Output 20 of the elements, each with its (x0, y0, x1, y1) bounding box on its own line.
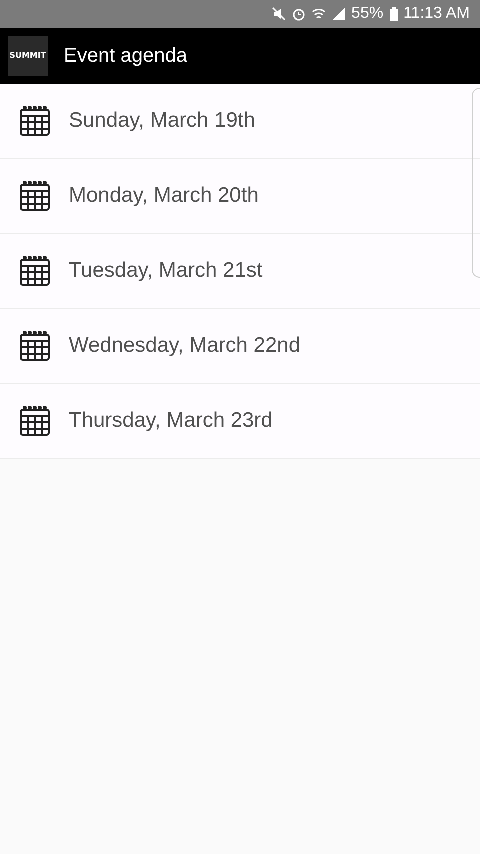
edge-panel-handle[interactable] (472, 88, 480, 278)
calendar-icon (19, 255, 51, 287)
app-title: Event agenda (64, 44, 188, 69)
clock-time: 11:13 AM (404, 4, 470, 24)
calendar-icon (19, 405, 51, 437)
battery-icon (390, 7, 398, 21)
app-logo: SUMMIT (8, 36, 48, 76)
day-list-item[interactable]: Sunday, March 19th (0, 84, 480, 159)
day-list-item[interactable]: Wednesday, March 22nd (0, 309, 480, 384)
day-list-item[interactable]: Thursday, March 23rd (0, 384, 480, 459)
alarm-icon (292, 7, 306, 21)
calendar-icon (19, 180, 51, 212)
mute-icon (272, 7, 286, 21)
day-list-item[interactable]: Tuesday, March 21st (0, 234, 480, 309)
signal-icon (332, 7, 346, 21)
day-list-item[interactable]: Monday, March 20th (0, 159, 480, 234)
calendar-icon (19, 330, 51, 362)
battery-percent: 55% (352, 4, 384, 24)
wifi-icon (312, 7, 326, 21)
calendar-icon (19, 105, 51, 137)
